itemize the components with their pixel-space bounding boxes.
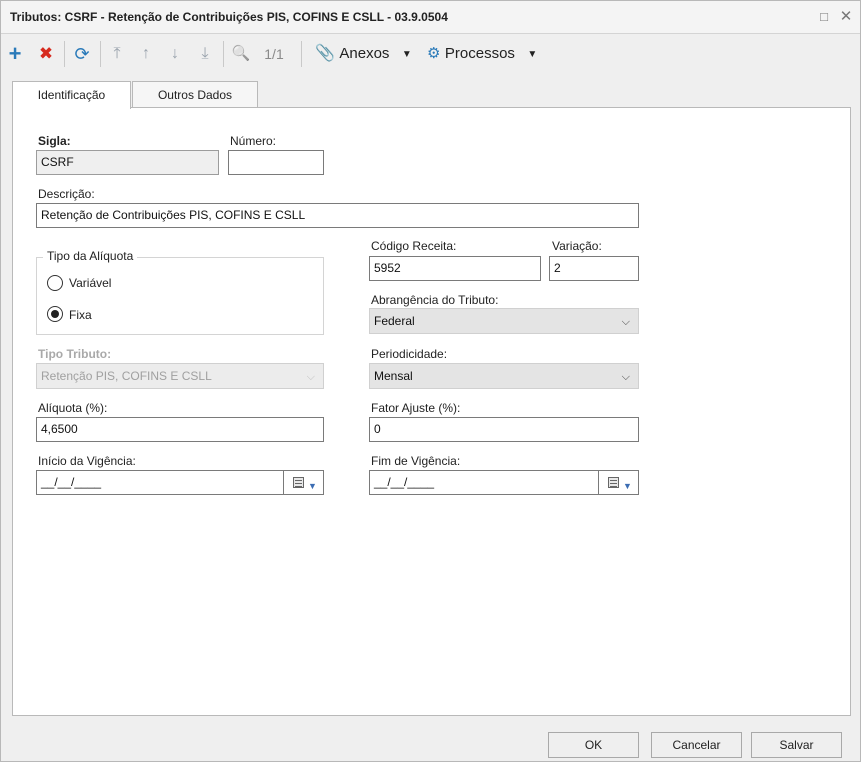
fim-vigencia-value: __/__/____ <box>374 475 435 489</box>
anexos-menu-button[interactable]: 📎 Anexos ▼ <box>315 43 415 65</box>
gear-icon: ⚙ <box>427 45 441 62</box>
add-icon[interactable]: + <box>5 43 25 65</box>
save-button[interactable]: Salvar <box>751 732 842 758</box>
window-title: Tributos: CSRF - Retenção de Contribuiçõ… <box>10 10 448 24</box>
last-record-icon[interactable]: ⤓ <box>196 43 214 65</box>
fator-ajuste-field[interactable]: 0 <box>369 417 639 442</box>
title-bar: Tributos: CSRF - Retenção de Contribuiçõ… <box>1 1 860 34</box>
ok-button[interactable]: OK <box>548 732 639 758</box>
tipo-aliquota-group <box>36 257 324 335</box>
next-record-icon[interactable]: ↓ <box>166 43 184 65</box>
sigla-field[interactable]: CSRF <box>36 150 219 175</box>
radio-fixa[interactable] <box>47 306 63 322</box>
tipo-aliquota-legend: Tipo da Alíquota <box>43 249 138 263</box>
calendar-picker-button[interactable]: ▼ <box>283 471 323 494</box>
search-icon[interactable]: 🔍 <box>230 43 252 65</box>
calendar-icon <box>608 477 619 488</box>
delete-icon[interactable]: ✖ <box>36 43 56 65</box>
toolbar-separator <box>64 41 65 67</box>
descricao-label: Descrição: <box>38 187 95 201</box>
toolbar-separator <box>223 41 224 67</box>
maximize-icon[interactable]: □ <box>815 8 833 26</box>
tipo-tributo-label: Tipo Tributo: <box>38 347 112 361</box>
abrangencia-label: Abrangência do Tributo: <box>371 293 499 307</box>
codigo-receita-label: Código Receita: <box>371 239 457 253</box>
sigla-label: Sigla: <box>38 134 71 148</box>
chevron-down-icon: ⌵ <box>306 371 315 383</box>
dialog-window: Tributos: CSRF - Retenção de Contribuiçõ… <box>0 0 861 762</box>
aliquota-field[interactable]: 4,6500 <box>36 417 324 442</box>
calendar-icon <box>293 477 304 488</box>
processos-menu-button[interactable]: ⚙ Processos ▼ <box>427 43 553 65</box>
first-record-icon[interactable]: ⤒ <box>108 43 126 65</box>
fim-vigencia-field[interactable]: __/__/____ ▼ <box>369 470 639 495</box>
previous-record-icon[interactable]: ↑ <box>137 43 155 65</box>
cancel-button[interactable]: Cancelar <box>651 732 742 758</box>
aliquota-label: Alíquota (%): <box>38 401 108 415</box>
codigo-receita-field[interactable]: 5952 <box>369 256 541 281</box>
toolbar-separator <box>301 41 302 67</box>
record-position: 1/1 <box>264 46 284 62</box>
radio-variavel[interactable] <box>47 275 63 291</box>
tab-identificacao[interactable]: Identificação <box>12 81 131 109</box>
toolbar: + ✖ ⟳ ⤒ ↑ ↓ ⤓ 🔍 1/1 📎 Anexos ▼ ⚙ Process… <box>1 35 860 73</box>
toolbar-separator <box>100 41 101 67</box>
periodicidade-value: Mensal <box>374 369 413 383</box>
chevron-down-icon: ⌵ <box>621 371 630 383</box>
tab-outros-dados[interactable]: Outros Dados <box>132 81 258 108</box>
numero-label: Número: <box>230 134 277 148</box>
abrangencia-value: Federal <box>374 314 415 328</box>
radio-fixa-label[interactable]: Fixa <box>69 308 92 322</box>
chevron-down-icon: ▼ <box>401 49 412 60</box>
descricao-field[interactable]: Retenção de Contribuições PIS, COFINS E … <box>36 203 639 228</box>
inicio-vigencia-value: __/__/____ <box>41 475 102 489</box>
paperclip-icon: 📎 <box>315 45 335 62</box>
calendar-picker-button[interactable]: ▼ <box>598 471 638 494</box>
chevron-down-icon: ▼ <box>308 481 317 491</box>
variacao-label: Variação: <box>552 239 602 253</box>
anexos-label: Anexos <box>339 45 390 62</box>
tipo-tributo-value: Retenção PIS, COFINS E CSLL <box>41 369 212 383</box>
close-icon[interactable]: ✕ <box>837 8 855 26</box>
refresh-icon[interactable]: ⟳ <box>70 43 94 65</box>
periodicidade-label: Periodicidade: <box>371 347 448 361</box>
fator-ajuste-label: Fator Ajuste (%): <box>371 401 461 415</box>
chevron-down-icon: ▼ <box>623 481 632 491</box>
chevron-down-icon: ⌵ <box>621 316 630 328</box>
inicio-vigencia-field[interactable]: __/__/____ ▼ <box>36 470 324 495</box>
chevron-down-icon: ▼ <box>527 49 538 60</box>
processos-label: Processos <box>444 45 515 62</box>
inicio-vigencia-label: Início da Vigência: <box>38 454 136 468</box>
numero-field[interactable] <box>228 150 324 175</box>
radio-variavel-label[interactable]: Variável <box>69 276 111 290</box>
variacao-field[interactable]: 2 <box>549 256 639 281</box>
abrangencia-select[interactable]: Federal ⌵ <box>369 308 639 334</box>
periodicidade-select[interactable]: Mensal ⌵ <box>369 363 639 389</box>
tipo-tributo-select: Retenção PIS, COFINS E CSLL ⌵ <box>36 363 324 389</box>
fim-vigencia-label: Fim de Vigência: <box>371 454 461 468</box>
